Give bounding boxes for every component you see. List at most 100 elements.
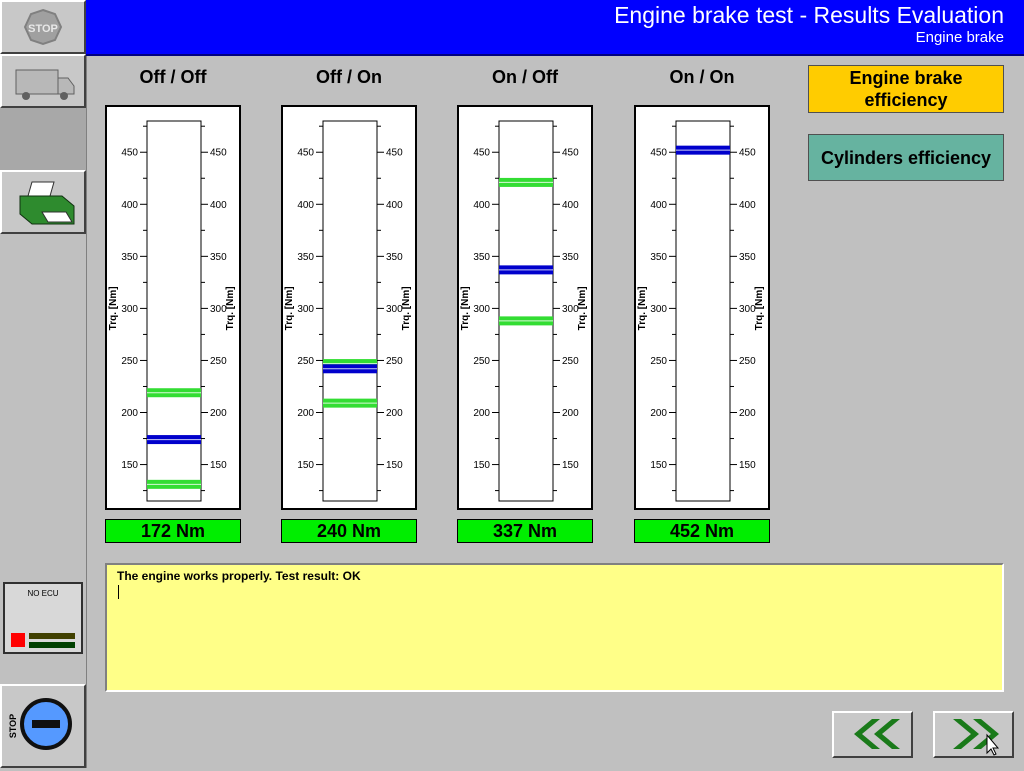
gauge-chart: 150 150200 200250 250300 300350 350400 400450 4… xyxy=(637,120,765,502)
tick-label: 400 xyxy=(121,200,138,211)
gauge-scale: 150 150 200 200 250 250 300 300 350 350 400 400 450 4… xyxy=(634,105,770,510)
next-icon xyxy=(953,719,1000,756)
previous-button[interactable] xyxy=(832,711,913,758)
gauge-chart: 150 150200 200250 250300 300350 350400 400450 4… xyxy=(284,120,412,502)
tick-label: 250 xyxy=(210,356,227,367)
result-message: The engine works properly. Test result: … xyxy=(117,569,361,583)
tick-label: 150 xyxy=(473,460,490,471)
gauge-title: Off / On xyxy=(316,67,382,87)
y-axis-label: Trq. [Nm] xyxy=(577,286,588,330)
tick-label: 150 xyxy=(297,460,314,471)
y-axis-label: Trq. [Nm] xyxy=(108,286,119,330)
vehicle-button[interactable] xyxy=(0,54,86,108)
tick-label: 450 xyxy=(297,148,314,159)
tick-label: 400 xyxy=(562,200,579,211)
gauge-column xyxy=(675,120,731,502)
emergency-stop-button[interactable]: STOP xyxy=(0,684,86,768)
tick-label: 300 xyxy=(121,304,138,315)
tick-label: 450 xyxy=(739,148,756,159)
y-axis-label: Trq. [Nm] xyxy=(754,286,765,330)
tick-label: 350 xyxy=(739,252,756,263)
tick-label: 150 xyxy=(739,460,756,471)
tick-label: 350 xyxy=(473,252,490,263)
next-button[interactable] xyxy=(933,711,1014,758)
cylinders-efficiency-button[interactable]: Cylinders efficiency xyxy=(808,134,1004,181)
y-axis-label: Trq. [Nm] xyxy=(401,286,412,330)
gauge-scale: 150 150 200 200 250 250 300 300 350 350 400 400 450 4… xyxy=(281,105,417,510)
tick-label: 350 xyxy=(210,252,227,263)
ecu-status: NO ECU xyxy=(3,582,83,654)
gauge-title: Off / Off xyxy=(139,67,207,87)
tick-label: 150 xyxy=(210,460,227,471)
tick-label: 450 xyxy=(386,148,403,159)
tick-label: 200 xyxy=(121,408,138,419)
page-title: Engine brake test - Results Evaluation xyxy=(614,2,1004,28)
tick-label: 400 xyxy=(473,200,490,211)
stop-button[interactable]: STOP xyxy=(0,0,86,54)
tick-label: 250 xyxy=(562,356,579,367)
tick-label: 200 xyxy=(562,408,579,419)
engine-brake-efficiency-button[interactable]: Engine brake efficiency xyxy=(808,65,1004,113)
ecu-status-bar xyxy=(29,633,75,639)
tick-label: 250 xyxy=(297,356,314,367)
ecu-status-label: NO ECU xyxy=(27,589,59,598)
tick-label: 150 xyxy=(650,460,667,471)
sidebar: STOP NO ECU STOP xyxy=(0,0,87,768)
y-axis-label: Trq. [Nm] xyxy=(284,286,295,330)
stop-knob-icon: STOP xyxy=(8,698,72,750)
tick-label: 150 xyxy=(121,460,138,471)
tick-label: 150 xyxy=(562,460,579,471)
tick-label: 350 xyxy=(650,252,667,263)
stop-knob-label: STOP xyxy=(8,714,18,738)
gauge-value: 337 Nm xyxy=(457,519,593,543)
stop-icon-label: STOP xyxy=(28,23,58,35)
toolbar-separator xyxy=(0,108,86,170)
gauge-title: On / Off xyxy=(492,67,558,87)
title-bar: Engine brake test - Results Evaluation E… xyxy=(86,0,1024,56)
tick-label: 200 xyxy=(473,408,490,419)
tick-label: 250 xyxy=(473,356,490,367)
gauge-title: On / On xyxy=(669,67,735,87)
truck-icon xyxy=(15,69,75,100)
gauge-scale: 150 150 200 200 250 250 300 300 350 350 400 400 450 4… xyxy=(457,105,593,510)
gauge-column xyxy=(322,120,378,502)
gauge-value: 172 Nm xyxy=(105,519,241,543)
previous-icon xyxy=(854,719,900,749)
tick-label: 300 xyxy=(650,304,667,315)
page-subtitle: Engine brake xyxy=(915,29,1004,46)
gauge-scale: 150 150 200 200 250 250 300 300 350 350 400 400 450 4… xyxy=(105,105,241,510)
stop-icon: STOP xyxy=(23,8,63,46)
tick-label: 150 xyxy=(386,460,403,471)
tick-label: 450 xyxy=(121,148,138,159)
tick-label: 200 xyxy=(386,408,403,419)
tick-label: 200 xyxy=(297,408,314,419)
y-axis-label: Trq. [Nm] xyxy=(637,286,648,330)
y-axis-label: Trq. [Nm] xyxy=(460,286,471,330)
tick-label: 200 xyxy=(210,408,227,419)
tick-label: 250 xyxy=(121,356,138,367)
tick-label: 400 xyxy=(210,200,227,211)
ecu-status-bar xyxy=(29,642,75,648)
tick-label: 300 xyxy=(297,304,314,315)
tick-label: 350 xyxy=(386,252,403,263)
tick-label: 250 xyxy=(739,356,756,367)
tick-label: 400 xyxy=(739,200,756,211)
printer-icon xyxy=(19,181,75,225)
tick-label: 200 xyxy=(650,408,667,419)
gauge-value: 240 Nm xyxy=(281,519,417,543)
tick-label: 350 xyxy=(121,252,138,263)
text-caret xyxy=(118,585,119,599)
tick-label: 350 xyxy=(297,252,314,263)
tick-label: 300 xyxy=(473,304,490,315)
tick-label: 450 xyxy=(473,148,490,159)
tick-label: 450 xyxy=(562,148,579,159)
result-message-box[interactable]: The engine works properly. Test result: … xyxy=(105,563,1004,692)
tick-label: 400 xyxy=(650,200,667,211)
print-button[interactable] xyxy=(0,170,86,234)
tick-label: 400 xyxy=(297,200,314,211)
tick-label: 350 xyxy=(562,252,579,263)
tick-label: 450 xyxy=(210,148,227,159)
tick-label: 450 xyxy=(650,148,667,159)
ecu-status-indicator xyxy=(11,633,25,647)
gauge-chart: 150 150200 200250 250300 300350 350400 400450 4… xyxy=(108,120,236,502)
